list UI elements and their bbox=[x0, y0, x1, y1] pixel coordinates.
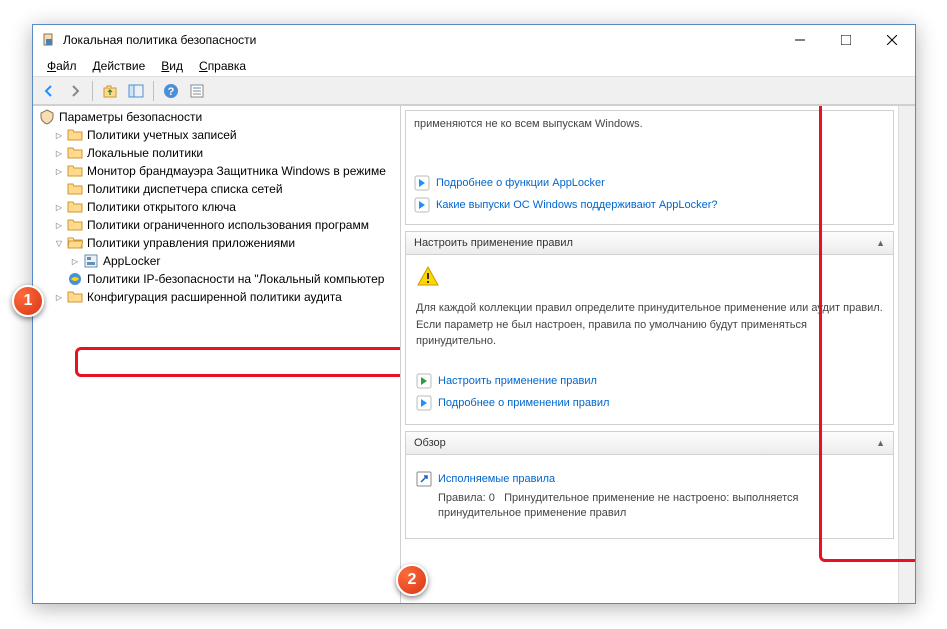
section-configure: Настроить применение правил ▲ Для каждой… bbox=[405, 231, 894, 425]
minimize-button[interactable] bbox=[777, 25, 823, 55]
ipsec-icon bbox=[67, 271, 83, 287]
tree-item-local[interactable]: ▷ Локальные политики bbox=[35, 144, 398, 162]
detail-pane: применяются не ко всем выпускам Windows.… bbox=[401, 106, 915, 603]
highlight-1 bbox=[75, 347, 401, 377]
menu-file[interactable]: Файл bbox=[39, 57, 85, 75]
up-button[interactable] bbox=[98, 79, 122, 103]
warning-icon bbox=[416, 265, 440, 289]
folder-icon bbox=[67, 145, 83, 161]
link-about-enforcement[interactable]: Подробнее о применении правил bbox=[438, 397, 609, 409]
expander-icon[interactable]: ▷ bbox=[69, 255, 81, 267]
tree-item-app-control[interactable]: ▽ Политики управления приложениями bbox=[35, 234, 398, 252]
tree-pane[interactable]: Параметры безопасности ▷ Политики учетны… bbox=[33, 106, 401, 603]
expander-icon[interactable]: ▷ bbox=[53, 129, 65, 141]
maximize-button[interactable] bbox=[823, 25, 869, 55]
vertical-scrollbar[interactable] bbox=[898, 106, 915, 603]
tree-item-publickey[interactable]: ▷ Политики открытого ключа bbox=[35, 198, 398, 216]
tree-item-ipsec[interactable]: Политики IP-безопасности на "Локальный к… bbox=[35, 270, 398, 288]
content-area: Параметры безопасности ▷ Политики учетны… bbox=[33, 105, 915, 603]
folder-icon bbox=[67, 217, 83, 233]
tree-item-audit[interactable]: ▷ Конфигурация расширенной политики ауди… bbox=[35, 288, 398, 306]
chevron-up-icon: ▲ bbox=[876, 438, 885, 448]
tree-item-applocker[interactable]: ▷ AppLocker bbox=[35, 252, 398, 270]
callout-badge-2: 2 bbox=[396, 564, 428, 596]
shortcut-icon bbox=[416, 471, 432, 487]
svg-text:?: ? bbox=[168, 86, 175, 98]
menu-view[interactable]: Вид bbox=[153, 57, 191, 75]
link-editions[interactable]: Какие выпуски ОС Windows поддерживают Ap… bbox=[436, 199, 718, 211]
arrow-right-icon bbox=[414, 197, 430, 213]
show-hide-tree-button[interactable] bbox=[124, 79, 148, 103]
expander-icon[interactable]: ▷ bbox=[53, 219, 65, 231]
expander-icon[interactable]: ▷ bbox=[53, 201, 65, 213]
folder-icon bbox=[67, 181, 83, 197]
tree-root[interactable]: Параметры безопасности bbox=[35, 108, 398, 126]
link-about-applocker[interactable]: Подробнее о функции AppLocker bbox=[436, 177, 605, 189]
menu-help[interactable]: Справка bbox=[191, 57, 254, 75]
back-button[interactable] bbox=[37, 79, 61, 103]
help-button[interactable]: ? bbox=[159, 79, 183, 103]
titlebar: Локальная политика безопасности bbox=[33, 25, 915, 55]
window-title: Локальная политика безопасности bbox=[63, 33, 777, 47]
close-button[interactable] bbox=[869, 25, 915, 55]
folder-icon bbox=[67, 199, 83, 215]
expander-icon[interactable]: ▷ bbox=[53, 291, 65, 303]
link-exe-rules[interactable]: Исполняемые правила bbox=[438, 473, 555, 485]
folder-open-icon bbox=[67, 235, 83, 251]
chevron-up-icon: ▲ bbox=[876, 238, 885, 248]
expander-icon[interactable]: ▽ bbox=[53, 237, 65, 249]
callout-badge-1: 1 bbox=[12, 285, 44, 317]
menubar: Файл Действие Вид Справка bbox=[33, 55, 915, 77]
folder-icon bbox=[67, 163, 83, 179]
arrow-right-icon bbox=[414, 175, 430, 191]
section-header-configure[interactable]: Настроить применение правил ▲ bbox=[405, 231, 894, 255]
info-text: применяются не ко всем выпускам Windows. bbox=[406, 111, 893, 138]
section-overview: Обзор ▲ Исполняемые правила Правила: 0 П… bbox=[405, 431, 894, 539]
toolbar: ? bbox=[33, 77, 915, 105]
menu-action[interactable]: Действие bbox=[85, 57, 154, 75]
tree-item-firewall[interactable]: ▷ Монитор брандмауэра Защитника Windows … bbox=[35, 162, 398, 180]
tree-item-network[interactable]: Политики диспетчера списка сетей bbox=[35, 180, 398, 198]
arrow-right-icon bbox=[416, 395, 432, 411]
separator bbox=[92, 81, 93, 101]
applocker-icon bbox=[83, 253, 99, 269]
link-configure-enforcement[interactable]: Настроить применение правил bbox=[438, 375, 597, 387]
tree-item-restricted[interactable]: ▷ Политики ограниченного использования п… bbox=[35, 216, 398, 234]
properties-button[interactable] bbox=[185, 79, 209, 103]
arrow-right-green-icon bbox=[416, 373, 432, 389]
app-icon bbox=[41, 32, 57, 48]
rule-detail-text: Правила: 0 Принудительное применение не … bbox=[416, 491, 883, 522]
forward-button[interactable] bbox=[63, 79, 87, 103]
folder-icon bbox=[67, 127, 83, 143]
separator bbox=[153, 81, 154, 101]
security-icon bbox=[39, 109, 55, 125]
expander-icon[interactable]: ▷ bbox=[53, 165, 65, 177]
folder-icon bbox=[67, 289, 83, 305]
tree-item-accounts[interactable]: ▷ Политики учетных записей bbox=[35, 126, 398, 144]
expander-icon[interactable]: ▷ bbox=[53, 147, 65, 159]
main-window: Локальная политика безопасности Файл Дей… bbox=[32, 24, 916, 604]
section-header-overview[interactable]: Обзор ▲ bbox=[405, 431, 894, 455]
